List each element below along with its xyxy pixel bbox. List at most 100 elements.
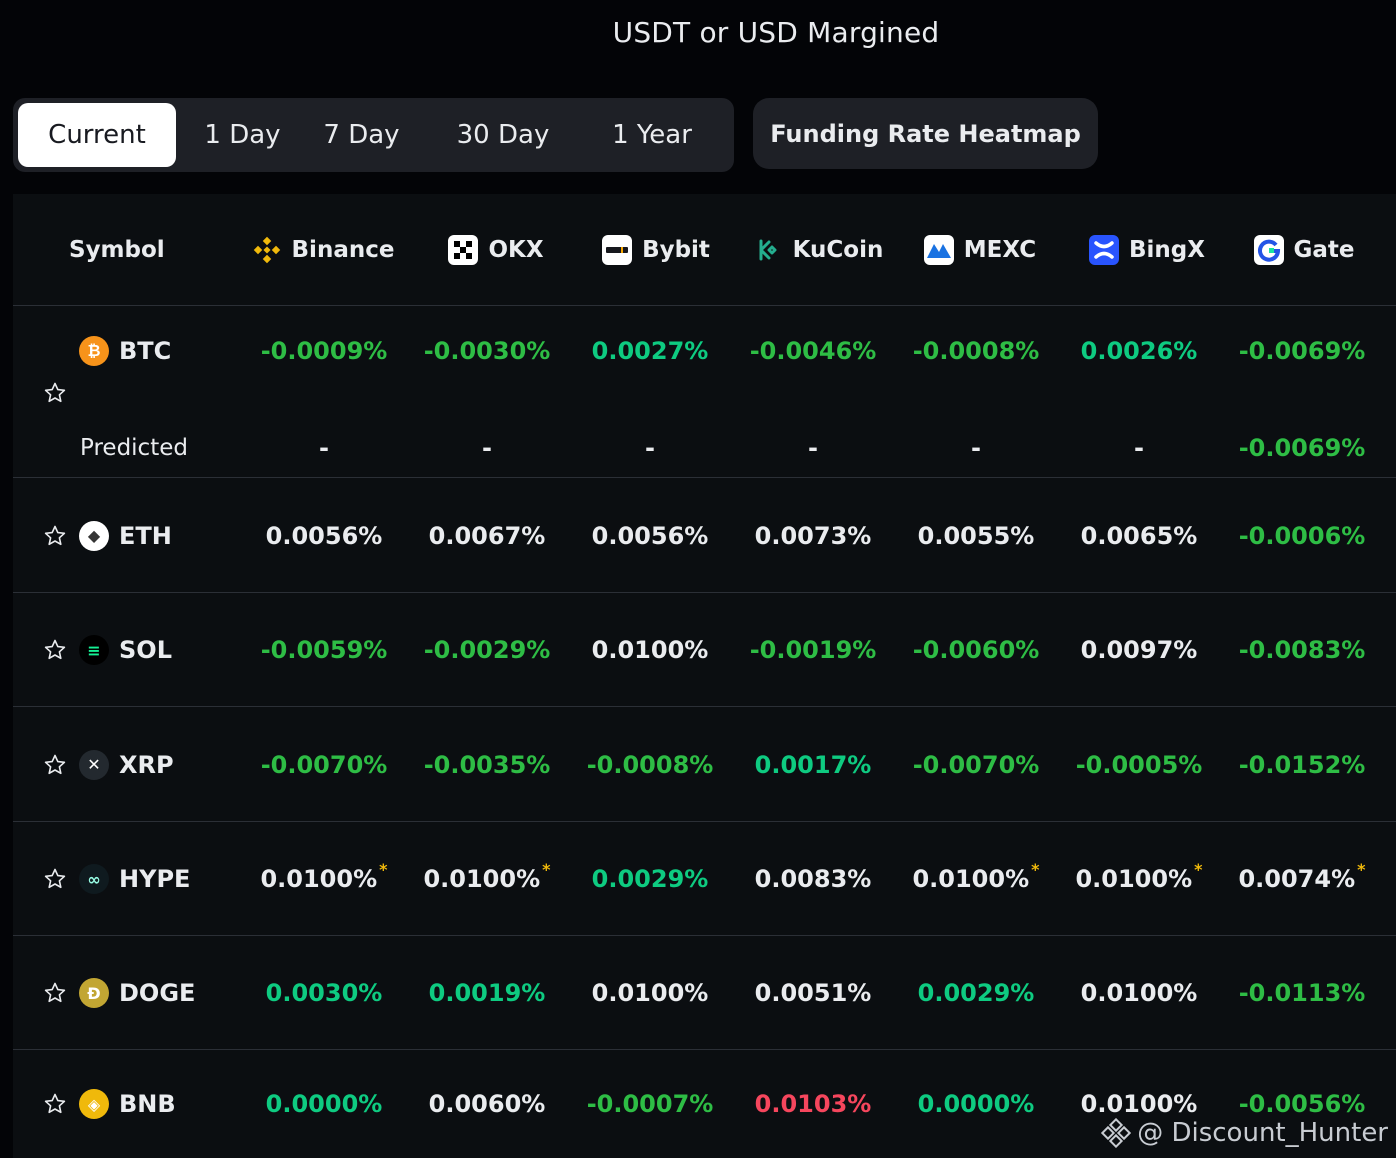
funding-rate-cell[interactable]: -0.0009% — [249, 331, 399, 371]
funding-rate-cell[interactable]: 0.0100% — [575, 973, 725, 1013]
funding-rate-cell[interactable]: -0.0070% — [249, 745, 399, 785]
column-header-bingx[interactable]: BingX — [1077, 194, 1217, 306]
column-header-symbol: Symbol — [69, 194, 199, 306]
funding-rate-cell[interactable]: -0.0007% — [575, 1084, 725, 1124]
favorite-star-icon[interactable] — [43, 524, 67, 548]
funding-rate-value: 0.0060% — [428, 1090, 546, 1118]
funding-rate-cell[interactable]: -0.0046% — [738, 331, 888, 371]
watermark-text: @ Discount_Hunter — [1137, 1118, 1388, 1148]
funding-rate-cell[interactable]: 0.0056% — [249, 516, 399, 556]
coin-symbol[interactable]: ₿ BTC — [79, 331, 171, 371]
coin-symbol[interactable]: ∞ HYPE — [79, 859, 190, 899]
funding-rate-cell[interactable]: -0.0008% — [901, 331, 1051, 371]
funding-rate-cell[interactable]: -0.0070% — [901, 745, 1051, 785]
funding-rate-cell[interactable]: 0.0060% — [412, 1084, 562, 1124]
tab-1-day[interactable]: 1 Day — [191, 103, 294, 167]
estimated-asterisk: * — [1194, 859, 1203, 879]
funding-rate-cell[interactable]: 0.0019% — [412, 973, 562, 1013]
table-row: ◆ ETH 0.0056% 0.0067% 0.0056% 0.0073% 0.0055% 0… — [13, 478, 1396, 593]
funding-rate-cell[interactable]: -0.0113% — [1227, 973, 1377, 1013]
funding-rate-cell[interactable]: 0.0067% — [412, 516, 562, 556]
funding-rate-cell[interactable]: 0.0029% — [901, 973, 1051, 1013]
funding-rate-cell[interactable]: 0.0100% * — [249, 859, 399, 899]
funding-rate-cell[interactable]: 0.0029% — [575, 859, 725, 899]
favorite-star-icon[interactable] — [43, 1092, 67, 1116]
favorite-star-icon[interactable] — [43, 867, 67, 891]
table-header: Symbol Binance OKX Bybit KuCoin MEXC Bin… — [13, 194, 1396, 306]
estimated-asterisk: * — [1357, 859, 1366, 879]
funding-rate-cell[interactable]: 0.0074% * — [1227, 859, 1377, 899]
funding-rate-cell[interactable]: -0.0060% — [901, 630, 1051, 670]
tab-current[interactable]: Current — [18, 103, 176, 167]
column-header-label: KuCoin — [792, 237, 884, 263]
table-row: Ð DOGE 0.0030% 0.0019% 0.0100% 0.0051% 0.0029%… — [13, 936, 1396, 1050]
funding-rate-value: 0.0019% — [428, 979, 546, 1007]
table-row: ✕ XRP -0.0070% -0.0035% -0.0008% 0.0017% -0.00… — [13, 707, 1396, 822]
funding-rate-value: 0.0103% — [754, 1090, 872, 1118]
funding-rate-cell[interactable]: -0.0152% — [1227, 745, 1377, 785]
okx-logo-icon — [448, 235, 479, 265]
funding-rate-cell[interactable]: 0.0097% — [1064, 630, 1214, 670]
coin-symbol[interactable]: ◆ ETH — [79, 516, 172, 556]
funding-rate-cell[interactable]: 0.0083% — [738, 859, 888, 899]
favorite-star-icon[interactable] — [43, 753, 67, 777]
coin-symbol[interactable]: ≡ SOL — [79, 630, 172, 670]
column-header-okx[interactable]: OKX — [431, 194, 561, 306]
funding-rate-cell[interactable]: -0.0059% — [249, 630, 399, 670]
funding-rate-cell[interactable]: 0.0100% * — [901, 859, 1051, 899]
funding-rate-cell[interactable]: 0.0030% — [249, 973, 399, 1013]
funding-rate-value: -0.0113% — [1238, 979, 1366, 1007]
column-header-gate[interactable]: Gate — [1249, 194, 1359, 306]
funding-rate-heatmap-button[interactable]: Funding Rate Heatmap — [753, 98, 1098, 169]
column-header-binance[interactable]: Binance — [245, 194, 401, 306]
funding-rate-value: -0.0030% — [423, 337, 551, 365]
funding-rate-value: 0.0074% — [1238, 865, 1356, 893]
funding-rate-cell[interactable]: -0.0069% — [1227, 331, 1377, 371]
funding-rate-value: 0.0073% — [754, 521, 872, 550]
column-header-mexc[interactable]: MEXC — [915, 194, 1045, 306]
predicted-rate-cell: -0.0069% — [1238, 434, 1366, 462]
column-header-bybit[interactable]: Bybit — [591, 194, 721, 306]
estimated-asterisk: * — [379, 859, 388, 879]
funding-rate-cell[interactable]: 0.0055% — [901, 516, 1051, 556]
funding-rate-cell[interactable]: 0.0100% * — [412, 859, 562, 899]
funding-rate-cell[interactable]: 0.0073% — [738, 516, 888, 556]
funding-rate-cell[interactable]: -0.0006% — [1227, 516, 1377, 556]
funding-rate-cell[interactable]: -0.0083% — [1227, 630, 1377, 670]
funding-rate-value: 0.0029% — [917, 979, 1035, 1007]
tab-1-year[interactable]: 1 Year — [577, 103, 727, 167]
funding-rate-cell[interactable]: 0.0051% — [738, 973, 888, 1013]
funding-rate-value: 0.0100% — [591, 636, 709, 664]
funding-rate-cell[interactable]: 0.0000% — [901, 1084, 1051, 1124]
funding-rate-value: -0.0060% — [912, 636, 1040, 664]
funding-rate-cell[interactable]: -0.0019% — [738, 630, 888, 670]
funding-rate-cell[interactable]: 0.0100% — [575, 630, 725, 670]
funding-rate-value: 0.0100% — [1080, 979, 1198, 1007]
funding-rate-cell[interactable]: 0.0056% — [575, 516, 725, 556]
favorite-star-icon[interactable] — [43, 981, 67, 1005]
predicted-rate-cell: - — [808, 434, 818, 462]
funding-rate-cell[interactable]: 0.0100% — [1064, 973, 1214, 1013]
tab-30-day[interactable]: 30 Day — [429, 103, 577, 167]
funding-rate-cell[interactable]: -0.0035% — [412, 745, 562, 785]
funding-rate-value: 0.0027% — [591, 337, 709, 365]
funding-rate-cell[interactable]: -0.0005% — [1064, 745, 1214, 785]
coin-symbol[interactable]: ◈ BNB — [79, 1084, 176, 1124]
funding-rate-cell[interactable]: -0.0029% — [412, 630, 562, 670]
column-header-kucoin[interactable]: KuCoin — [743, 194, 893, 306]
funding-rate-cell[interactable]: 0.0065% — [1064, 516, 1214, 556]
funding-rate-cell[interactable]: 0.0000% — [249, 1084, 399, 1124]
tab-7-day[interactable]: 7 Day — [294, 103, 429, 167]
funding-rate-cell[interactable]: 0.0100% * — [1064, 859, 1214, 899]
funding-rate-cell[interactable]: 0.0026% — [1064, 331, 1214, 371]
favorite-star-icon[interactable] — [43, 381, 67, 405]
funding-rate-cell[interactable]: -0.0030% — [412, 331, 562, 371]
funding-rate-cell[interactable]: 0.0027% — [575, 331, 725, 371]
favorite-star-icon[interactable] — [43, 638, 67, 662]
coin-symbol[interactable]: Ð DOGE — [79, 973, 195, 1013]
coin-symbol[interactable]: ✕ XRP — [79, 745, 174, 785]
funding-rate-value: 0.0055% — [917, 521, 1035, 550]
funding-rate-cell[interactable]: -0.0008% — [575, 745, 725, 785]
funding-rate-cell[interactable]: 0.0017% — [738, 745, 888, 785]
funding-rate-cell[interactable]: 0.0103% — [738, 1084, 888, 1124]
